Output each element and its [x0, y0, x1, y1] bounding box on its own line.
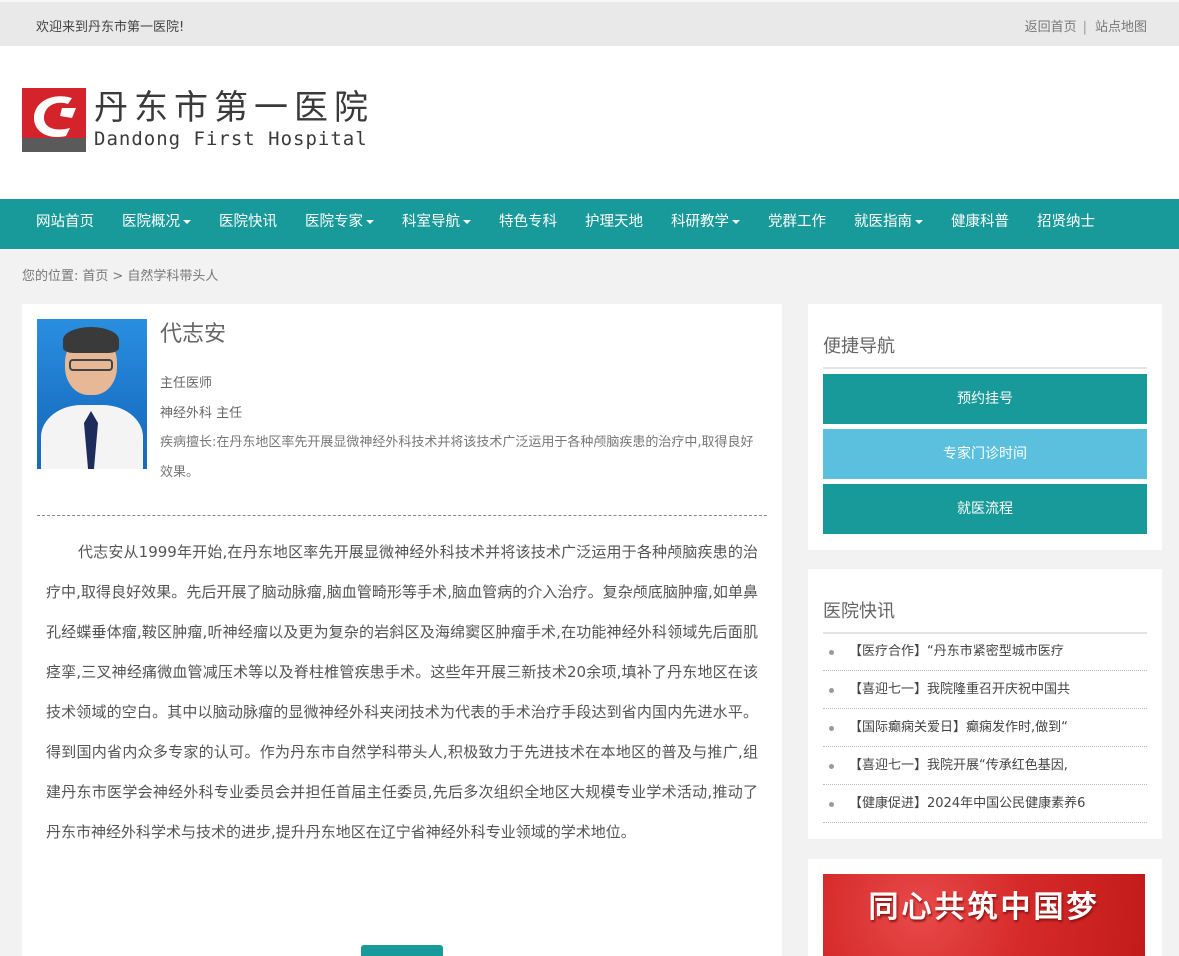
back-button[interactable] [361, 945, 443, 956]
divider [823, 367, 1147, 369]
nav-item[interactable]: 医院专家 [291, 199, 388, 249]
news-item-label: 【医疗合作】“丹东市紧密型城市医疗 [849, 644, 1064, 659]
breadcrumb: 您的位置: 首页 > 自然学科带头人 [22, 265, 222, 284]
nav-item-label: 科研教学 [671, 214, 729, 230]
nav-item-label: 医院专家 [305, 214, 363, 230]
news-item-label: 【喜迎七一】我院隆重召开庆祝中国共 [849, 682, 1071, 697]
news-item-label: 【健康促进】2024年中国公民健康素养6 [849, 796, 1086, 811]
caret-down-icon [183, 220, 191, 224]
link-separator: | [1082, 20, 1087, 35]
nav-item-label: 医院快讯 [219, 214, 277, 230]
news-item-label: 【国际癫痫关爱日】癫痫发作时,做到“ [849, 720, 1068, 735]
bullet-icon [829, 726, 834, 731]
caret-down-icon [463, 220, 471, 224]
nav-item[interactable]: 医院快讯 [205, 199, 291, 249]
doctor-bio: 代志安从1999年开始,在丹东地区率先开展显微神经外科技术并将该技术广泛运用于各… [46, 543, 758, 841]
doctor-dept: 神经外科 主任 [160, 406, 243, 421]
caret-down-icon [732, 220, 740, 224]
divider [37, 515, 767, 516]
nav-item[interactable]: 特色专科 [485, 199, 571, 249]
top-bar: 欢迎来到丹东市第一医院! 返回首页 | 站点地图 [0, 0, 1179, 46]
quick-nav-panel: 便捷导航 预约挂号 专家门诊时间 就医流程 [808, 304, 1162, 550]
caret-down-icon [366, 220, 374, 224]
home-link[interactable]: 返回首页 [1025, 20, 1077, 35]
bullet-icon [829, 802, 834, 807]
news-list: 【医疗合作】“丹东市紧密型城市医疗 【喜迎七一】我院隆重召开庆祝中国共 【国际癫… [823, 633, 1147, 823]
nav-item-label: 护理天地 [585, 214, 643, 230]
nav-item[interactable]: 就医指南 [840, 199, 937, 249]
nav-item-label: 党群工作 [768, 214, 826, 230]
bullet-icon [829, 650, 834, 655]
top-links: 返回首页 | 站点地图 [1025, 16, 1147, 35]
news-item[interactable]: 【健康促进】2024年中国公民健康素养6 [823, 785, 1147, 823]
nav-item[interactable]: 医院概况 [108, 199, 205, 249]
logo-text: 丹东市第一医院 Dandong First Hospital [94, 89, 374, 151]
main-nav: 网站首页 医院概况 医院快讯 医院专家 科室导航 特色专科 护理天地 科研教学 党群工作 就医指南… [0, 199, 1179, 249]
welcome-text: 欢迎来到丹东市第一医院! [36, 20, 185, 35]
nav-item[interactable]: 招贤纳士 [1023, 199, 1109, 249]
doctor-specialty: 疾病擅长:在丹东地区率先开展显微神经外科技术并将该技术广泛运用于各种颅脑疾患的治… [160, 435, 754, 480]
news-panel: 医院快讯 【医疗合作】“丹东市紧密型城市医疗 【喜迎七一】我院隆重召开庆祝中国共… [808, 569, 1162, 839]
logo-name-en: Dandong First Hospital [94, 128, 368, 150]
china-dream-banner[interactable]: 同心共筑中国梦 [823, 874, 1145, 956]
appointment-button[interactable]: 预约挂号 [823, 374, 1147, 424]
news-item-label: 【喜迎七一】我院开展“传承红色基因, [849, 758, 1068, 773]
nav-item-label: 特色专科 [499, 214, 557, 230]
nav-item[interactable]: 健康科普 [937, 199, 1023, 249]
nav-item-label: 医院概况 [122, 214, 180, 230]
breadcrumb-home[interactable]: 首页 [82, 269, 108, 284]
site-header: 丹东市第一医院 Dandong First Hospital [0, 46, 1179, 199]
nav-item[interactable]: 党群工作 [754, 199, 840, 249]
logo-name-cn: 丹东市第一医院 [94, 88, 374, 128]
visit-process-button[interactable]: 就医流程 [823, 484, 1147, 534]
caret-down-icon [915, 220, 923, 224]
banner-panel: 同心共筑中国梦 [808, 859, 1162, 956]
news-item[interactable]: 【医疗合作】“丹东市紧密型城市医疗 [823, 633, 1147, 671]
hospital-logo[interactable]: 丹东市第一医院 Dandong First Hospital [22, 88, 374, 152]
nav-item[interactable]: 网站首页 [22, 199, 108, 249]
doctor-profile: 代志安 主任医师 神经外科 主任 疾病擅长:在丹东地区率先开展显微神经外科技术并… [22, 304, 782, 956]
news-item[interactable]: 【喜迎七一】我院隆重召开庆祝中国共 [823, 671, 1147, 709]
nav-item[interactable]: 科室导航 [388, 199, 485, 249]
nav-item-label: 招贤纳士 [1037, 214, 1095, 230]
logo-mark-icon [22, 88, 86, 152]
nav-item-label: 就医指南 [854, 214, 912, 230]
breadcrumb-prefix: 您的位置: [22, 269, 79, 284]
banner-text: 同心共筑中国梦 [868, 890, 1100, 925]
bullet-icon [829, 764, 834, 769]
nav-list: 网站首页 医院概况 医院快讯 医院专家 科室导航 特色专科 护理天地 科研教学 党群工作 就医指南… [0, 199, 1179, 249]
breadcrumb-sep: > [112, 269, 124, 284]
doctor-photo [37, 319, 147, 469]
bullet-icon [829, 688, 834, 693]
quick-nav-title: 便捷导航 [823, 336, 895, 357]
news-item[interactable]: 【喜迎七一】我院开展“传承红色基因, [823, 747, 1147, 785]
nav-item-label: 科室导航 [402, 214, 460, 230]
nav-item-label: 健康科普 [951, 214, 1009, 230]
breadcrumb-current[interactable]: 自然学科带头人 [127, 269, 218, 284]
expert-schedule-button[interactable]: 专家门诊时间 [823, 429, 1147, 479]
doctor-name: 代志安 [160, 322, 227, 347]
nav-item[interactable]: 科研教学 [657, 199, 754, 249]
news-title: 医院快讯 [823, 601, 895, 622]
news-item[interactable]: 【国际癫痫关爱日】癫痫发作时,做到“ [823, 709, 1147, 747]
sitemap-link[interactable]: 站点地图 [1095, 20, 1147, 35]
nav-item-label: 网站首页 [36, 214, 94, 230]
doctor-title: 主任医师 [160, 376, 213, 391]
nav-item[interactable]: 护理天地 [571, 199, 657, 249]
